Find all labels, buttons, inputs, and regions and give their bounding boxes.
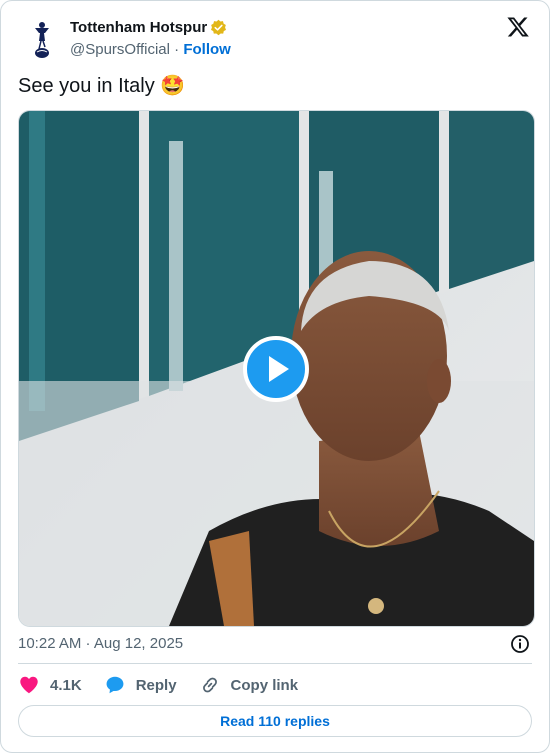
play-icon bbox=[269, 356, 289, 382]
read-replies-button[interactable]: Read 110 replies bbox=[18, 705, 532, 737]
account-name[interactable]: Tottenham Hotspur bbox=[70, 19, 207, 36]
heart-icon bbox=[20, 676, 38, 694]
spurs-crest-icon[interactable] bbox=[23, 19, 59, 59]
info-icon[interactable] bbox=[510, 634, 530, 654]
action-bar: 4.1K Reply Copy link bbox=[18, 673, 320, 697]
separator: · bbox=[174, 41, 180, 58]
reply-bubble-icon bbox=[106, 676, 124, 694]
x-logo-icon[interactable] bbox=[506, 15, 530, 39]
copy-link-label: Copy link bbox=[230, 676, 299, 694]
name-row: Tottenham Hotspur bbox=[70, 17, 231, 37]
read-replies-label: Read 110 replies bbox=[220, 713, 330, 729]
tweet-body: See you in Italy bbox=[18, 75, 155, 97]
reply-label: Reply bbox=[135, 676, 177, 694]
star-struck-emoji: 🤩 bbox=[160, 75, 186, 97]
tweet-text: See you in Italy 🤩 bbox=[18, 73, 185, 98]
like-button[interactable]: 4.1K bbox=[18, 674, 82, 696]
play-button[interactable] bbox=[243, 336, 309, 402]
account-info: Tottenham Hotspur @SpursOfficial · Follo… bbox=[70, 17, 231, 59]
follow-button[interactable]: Follow bbox=[183, 41, 231, 58]
link-icon bbox=[202, 677, 217, 693]
divider bbox=[18, 663, 532, 664]
tweet-header: Tottenham Hotspur @SpursOfficial · Follo… bbox=[18, 15, 532, 61]
reply-button[interactable]: Reply bbox=[104, 674, 177, 696]
account-handle[interactable]: @SpursOfficial bbox=[70, 41, 170, 58]
like-count: 4.1K bbox=[50, 676, 82, 694]
handle-row: @SpursOfficial · Follow bbox=[70, 41, 231, 58]
tweet-card: Tottenham Hotspur @SpursOfficial · Follo… bbox=[0, 0, 550, 753]
verified-badge-icon bbox=[211, 19, 227, 35]
video-thumbnail[interactable] bbox=[18, 110, 535, 627]
copy-link-button[interactable]: Copy link bbox=[199, 674, 299, 696]
tweet-timestamp[interactable]: 10:22 AM · Aug 12, 2025 bbox=[18, 635, 183, 652]
